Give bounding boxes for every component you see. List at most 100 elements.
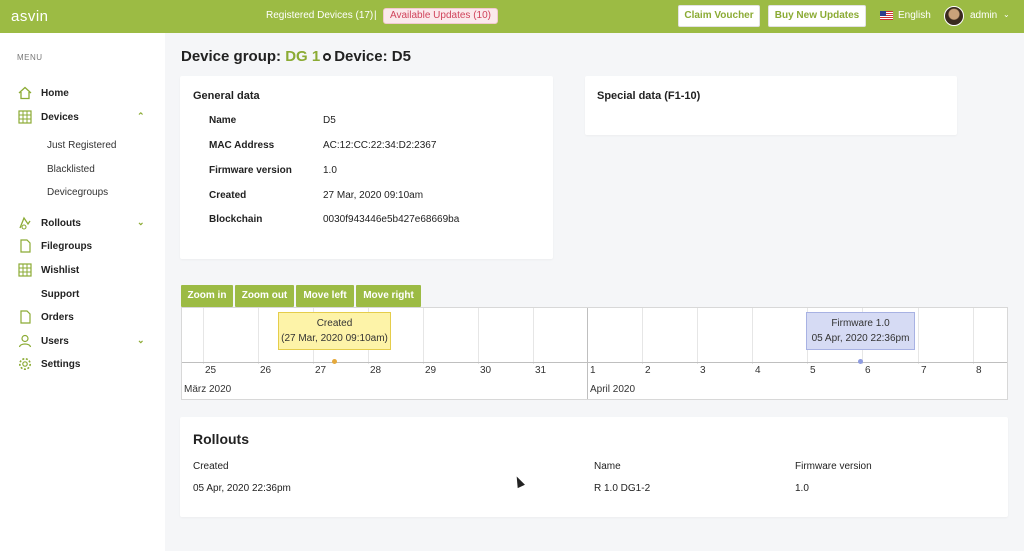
rollouts-title: Rollouts: [193, 431, 249, 447]
month-separator: [587, 308, 588, 399]
sidebar-item-users[interactable]: Users ⌄: [18, 333, 158, 351]
event-marker-created: [332, 359, 337, 364]
day-label: 2: [645, 365, 651, 376]
sidebar-item-home[interactable]: Home: [18, 85, 158, 103]
user-menu[interactable]: admin: [970, 10, 997, 21]
timeline-event-firmware[interactable]: Firmware 1.0 05 Apr, 2020 22:36pm: [806, 312, 915, 350]
grid-line: [478, 308, 479, 364]
chevron-down-icon[interactable]: ⌄: [137, 335, 145, 346]
blockchain-label: Blockchain: [209, 214, 263, 225]
grid-line: [258, 308, 259, 364]
grid-line: [918, 308, 919, 364]
device-group-link[interactable]: DG 1: [285, 48, 320, 65]
top-bar: asvin Registered Devices (17) | Availabl…: [0, 0, 1024, 33]
timeline-event-created[interactable]: Created (27 Mar, 2020 09:10am): [278, 312, 391, 350]
home-icon: [18, 86, 32, 100]
user-icon: [18, 334, 32, 348]
column-header-name: Name: [594, 461, 621, 472]
grid-line: [697, 308, 698, 364]
move-right-button[interactable]: Move right: [356, 285, 421, 307]
grid-line: [203, 308, 204, 364]
sidebar-item-label: Filegroups: [41, 241, 93, 252]
column-header-firmware-version: Firmware version: [795, 461, 872, 472]
sidebar-item-wishlist[interactable]: Wishlist: [18, 262, 158, 280]
general-data-title: General data: [193, 90, 260, 102]
general-data-card: General data Name D5 MAC Address AC:12:C…: [180, 76, 553, 259]
file-icon: [20, 239, 31, 253]
grid-line: [423, 308, 424, 364]
day-label: 27: [315, 365, 327, 376]
day-label: 29: [425, 365, 437, 376]
created-value: 27 Mar, 2020 09:10am: [323, 190, 424, 201]
sidebar-item-label: Home: [41, 88, 69, 99]
day-label: 30: [480, 365, 492, 376]
menu-label: MENU: [17, 53, 43, 62]
sidebar-item-filegroups[interactable]: Filegroups: [18, 238, 158, 256]
sidebar-item-settings[interactable]: Settings: [18, 356, 158, 374]
month-label-april: April 2020: [590, 384, 636, 395]
zoom-in-button[interactable]: Zoom in: [181, 285, 233, 307]
special-data-card: Special data (F1-10): [585, 76, 957, 135]
chevron-up-icon[interactable]: ⌃: [137, 111, 145, 122]
sidebar-item-label: Orders: [41, 312, 74, 323]
sidebar-item-label: Devices: [41, 112, 79, 123]
sidebar-subitem-devicegroups[interactable]: Devicegroups: [47, 187, 108, 198]
day-label: 28: [370, 365, 382, 376]
timeline-axis: [182, 362, 1007, 363]
avatar[interactable]: [944, 6, 964, 26]
sidebar-item-rollouts[interactable]: Rollouts ⌄: [18, 215, 158, 233]
move-left-button[interactable]: Move left: [296, 285, 354, 307]
sidebar-item-label: Users: [41, 336, 69, 347]
name-label: Name: [209, 115, 237, 126]
chevron-down-icon[interactable]: ⌄: [137, 217, 145, 228]
buy-new-updates-button[interactable]: Buy New Updates: [768, 5, 866, 27]
grid-icon: [18, 110, 32, 124]
page-title: Device group: DG 1 Device: D5: [181, 48, 411, 65]
column-header-created: Created: [193, 461, 229, 472]
rollout-icon: [19, 216, 31, 230]
day-label: 25: [205, 365, 217, 376]
day-label: 1: [590, 365, 596, 376]
language-selector[interactable]: English: [898, 10, 931, 21]
day-label: 8: [976, 365, 982, 376]
event-marker-firmware: [858, 359, 863, 364]
day-label: 31: [535, 365, 547, 376]
grid-line: [533, 308, 534, 364]
sidebar-item-label: Wishlist: [41, 265, 80, 276]
event-date: (27 Mar, 2020 09:10am): [281, 333, 388, 344]
claim-voucher-button[interactable]: Claim Voucher: [678, 5, 760, 27]
zoom-out-button[interactable]: Zoom out: [235, 285, 294, 307]
header-separator: |: [374, 10, 377, 21]
grid-icon: [18, 263, 32, 277]
registered-devices-link[interactable]: Registered Devices (17): [266, 10, 373, 21]
day-label: 6: [865, 365, 871, 376]
sidebar-item-support[interactable]: Support: [18, 286, 158, 304]
sidebar-item-label: Rollouts: [41, 218, 81, 229]
timeline[interactable]: 25 26 27 28 29 30 31 1 2 3 4 5 6 7 8 Mär…: [181, 307, 1008, 400]
firmware-version-label: Firmware version: [209, 165, 292, 176]
sidebar-subitem-blacklisted[interactable]: Blacklisted: [47, 164, 95, 175]
sidebar-item-devices[interactable]: Devices ⌃: [18, 109, 158, 127]
event-title: Firmware 1.0: [831, 318, 890, 329]
day-label: 5: [810, 365, 816, 376]
grid-line: [752, 308, 753, 364]
special-data-title: Special data (F1-10): [597, 90, 701, 102]
available-updates-badge[interactable]: Available Updates (10): [383, 8, 498, 24]
blockchain-value: 0030f943446e5b427e68669ba: [323, 214, 460, 225]
day-label: 7: [921, 365, 927, 376]
row-created: 05 Apr, 2020 22:36pm: [193, 483, 291, 494]
sidebar-subitem-just-registered[interactable]: Just Registered: [47, 140, 116, 151]
title-prefix: Device group:: [181, 48, 286, 65]
day-label: 3: [700, 365, 706, 376]
grid-line: [642, 308, 643, 364]
sidebar-item-label: Support: [41, 289, 80, 300]
file-icon: [20, 310, 31, 324]
sidebar-item-label: Settings: [41, 359, 81, 370]
sidebar-item-orders[interactable]: Orders: [18, 309, 158, 327]
row-firmware-version: 1.0: [795, 483, 809, 494]
day-label: 4: [755, 365, 761, 376]
row-name[interactable]: R 1.0 DG1-2: [594, 483, 650, 494]
us-flag-icon: [880, 11, 893, 20]
brand-logo[interactable]: asvin: [11, 8, 49, 25]
chevron-down-icon[interactable]: ⌄: [1003, 10, 1010, 19]
